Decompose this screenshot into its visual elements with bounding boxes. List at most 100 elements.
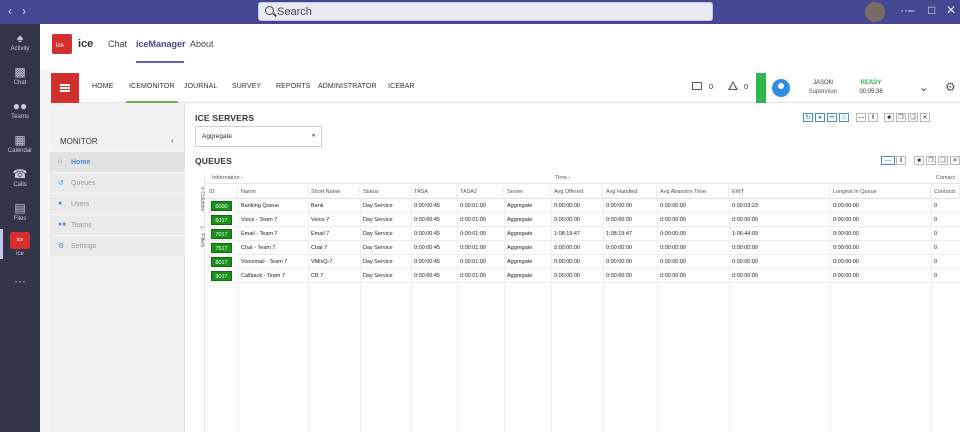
- queues-maximize-button[interactable]: ✕: [950, 156, 960, 165]
- close-icon[interactable]: ✕: [946, 3, 956, 17]
- queue-tasa: 0:00:00:45: [414, 273, 440, 279]
- queue-tasa2: 0:00:01:00: [460, 217, 486, 223]
- monitor-sidebar: MONITOR ‹ ⌂ Home ↺ Queues ● Users ●● Tea…: [50, 103, 185, 432]
- col-longest-in-queue[interactable]: Longest In Queue: [830, 186, 931, 199]
- group-contact[interactable]: Contact: [933, 172, 955, 185]
- warning-icon[interactable]: [728, 81, 738, 90]
- queues-restore-button[interactable]: ❏: [938, 156, 948, 165]
- col-avg-abandon-time[interactable]: Avg Abandon Time: [657, 186, 729, 199]
- queues-columns-button[interactable]: ‖: [896, 156, 906, 165]
- ice-app-icon[interactable]: ice: [10, 232, 30, 249]
- queue-server: Aggregate: [507, 217, 533, 223]
- col-id[interactable]: ID: [206, 186, 238, 199]
- table-row[interactable]: 6000 Banking Queue Bank Day Service 0:00…: [206, 199, 960, 213]
- nav-reports[interactable]: REPORTS: [276, 83, 310, 90]
- queue-status: Day Service: [363, 259, 393, 265]
- tab-chat[interactable]: Chat: [108, 39, 127, 49]
- forward-icon[interactable]: ›: [22, 4, 26, 18]
- nav-survey[interactable]: SURVEY: [232, 83, 261, 90]
- app-header: ice ice Chat iceManager About: [40, 24, 960, 69]
- queue-ewt: 0:00:03:23: [732, 203, 758, 209]
- refresh-button[interactable]: ↻: [803, 113, 813, 122]
- user-filter-button[interactable]: ●: [815, 113, 825, 122]
- save-button[interactable]: ■: [884, 113, 894, 122]
- team-filter-button[interactable]: ••: [827, 113, 837, 122]
- lock-button[interactable]: □: [839, 113, 849, 122]
- search-input[interactable]: Search: [258, 2, 713, 21]
- col-short-name[interactable]: Short Name: [308, 186, 360, 199]
- gear-icon[interactable]: ⚙: [945, 80, 956, 94]
- ice-servers-title: ICE SERVERS: [195, 113, 255, 123]
- sidebar-item-queues[interactable]: ↺ Queues: [50, 172, 185, 193]
- filters-tab[interactable]: ▽ Filters: [195, 222, 205, 252]
- queues-rows-button[interactable]: —: [881, 156, 895, 165]
- nav-home[interactable]: HOME: [92, 83, 113, 90]
- tab-about[interactable]: About: [190, 39, 214, 49]
- rail-item-teams[interactable]: ●● Teams: [0, 100, 40, 121]
- queue-short-name: Email 7: [311, 231, 330, 237]
- queue-contacts: 0: [934, 259, 938, 265]
- more-apps-icon[interactable]: ···: [0, 274, 40, 288]
- columns-tab[interactable]: ≡ Columns: [195, 180, 205, 218]
- nav-journal[interactable]: JOURNAL: [184, 83, 217, 90]
- table-row[interactable]: 7517 Chat - Team 7 Chat 7 Day Service 0:…: [206, 241, 960, 255]
- user-icon: ●: [58, 200, 63, 207]
- sidebar-item-home[interactable]: ⌂ Home: [50, 151, 185, 172]
- col-name[interactable]: Name: [238, 186, 308, 199]
- agent-status-bar[interactable]: JASON Supervisor READY 00:05:38 ⌄: [756, 73, 936, 105]
- rail-item-ice[interactable]: ice: [0, 250, 40, 258]
- rail-item-chat[interactable]: ▩ Chat: [0, 66, 40, 87]
- queue-avg-abandon: 0:00:00:00: [660, 245, 686, 251]
- col-avg-offered[interactable]: Avg Offered: [551, 186, 603, 199]
- back-icon[interactable]: ‹: [8, 4, 12, 18]
- table-row[interactable]: 8017 Voicemail - Team 7 VMixQ-7 Day Serv…: [206, 255, 960, 269]
- rail-item-activity[interactable]: ♠ Activity: [0, 32, 40, 53]
- col-tasa2[interactable]: TASA2: [457, 186, 504, 199]
- queue-ewt: 1:06:44:09: [732, 231, 758, 237]
- hamburger-menu-button[interactable]: [51, 73, 79, 103]
- queue-id-badge: 8017: [211, 257, 232, 267]
- col-tasa[interactable]: TASA: [411, 186, 457, 199]
- col-status[interactable]: Status: [360, 186, 411, 199]
- chevron-down-icon[interactable]: ⌄: [919, 81, 928, 94]
- sidebar-item-users[interactable]: ● Users: [50, 193, 185, 214]
- col-ewt[interactable]: EWT: [729, 186, 830, 199]
- collapse-chevron-icon[interactable]: ‹: [171, 136, 174, 145]
- restore-button[interactable]: ❏: [908, 113, 918, 122]
- col-server[interactable]: Server: [504, 186, 551, 199]
- group-information[interactable]: Information ‹: [209, 172, 243, 185]
- nav-administrator[interactable]: ADMINISTRATOR: [318, 83, 377, 90]
- queue-status: Day Service: [363, 217, 393, 223]
- server-select[interactable]: Aggregate ▼: [195, 126, 322, 147]
- nav-icemonitor[interactable]: ICEMONITOR: [129, 83, 175, 90]
- layout-rows-button[interactable]: —: [856, 113, 866, 122]
- rail-item-calendar[interactable]: ▦ Calendar: [0, 134, 40, 155]
- tab-icemanager[interactable]: iceManager: [136, 39, 186, 49]
- queue-ewt: 0:00:00:00: [732, 245, 758, 251]
- queue-avg-abandon: 0:00:00:00: [660, 259, 686, 265]
- active-tab-underline: [136, 61, 184, 63]
- minimize-icon[interactable]: –: [908, 3, 915, 17]
- maximize-panel-button[interactable]: ✕: [920, 113, 930, 122]
- nav-icebar[interactable]: ICEBAR: [388, 83, 415, 90]
- layout-columns-button[interactable]: ‖: [868, 113, 878, 122]
- sidebar-item-settings[interactable]: ⚙ Settings: [50, 235, 185, 256]
- maximize-icon[interactable]: □: [928, 3, 935, 17]
- queues-copy-button[interactable]: ❐: [926, 156, 936, 165]
- queue-tasa: 0:00:00:45: [414, 245, 440, 251]
- chat-icon[interactable]: [692, 82, 702, 90]
- group-time[interactable]: Time ‹: [552, 172, 570, 185]
- avatar[interactable]: [865, 2, 885, 22]
- table-row[interactable]: 7017 Email - Team 7 Email 7 Day Service …: [206, 227, 960, 241]
- col-avg-handled[interactable]: Avg Handled: [603, 186, 657, 199]
- queues-save-button[interactable]: ■: [914, 156, 924, 165]
- queue-id-badge: 7017: [211, 229, 232, 239]
- col-contacts[interactable]: Contacts: [931, 186, 960, 199]
- rail-item-files[interactable]: ▤ Files: [0, 202, 40, 223]
- copy-button[interactable]: ❐: [896, 113, 906, 122]
- table-row[interactable]: 6017 Voice - Team 7 Voice-7 Day Service …: [206, 213, 960, 227]
- sidebar-item-teams[interactable]: ●● Teams: [50, 214, 185, 235]
- rail-item-calls[interactable]: ☎ Calls: [0, 168, 40, 189]
- table-row[interactable]: 9017 Callback - Team 7 CB 7 Day Service …: [206, 269, 960, 283]
- queue-tasa: 0:00:00:45: [414, 217, 440, 223]
